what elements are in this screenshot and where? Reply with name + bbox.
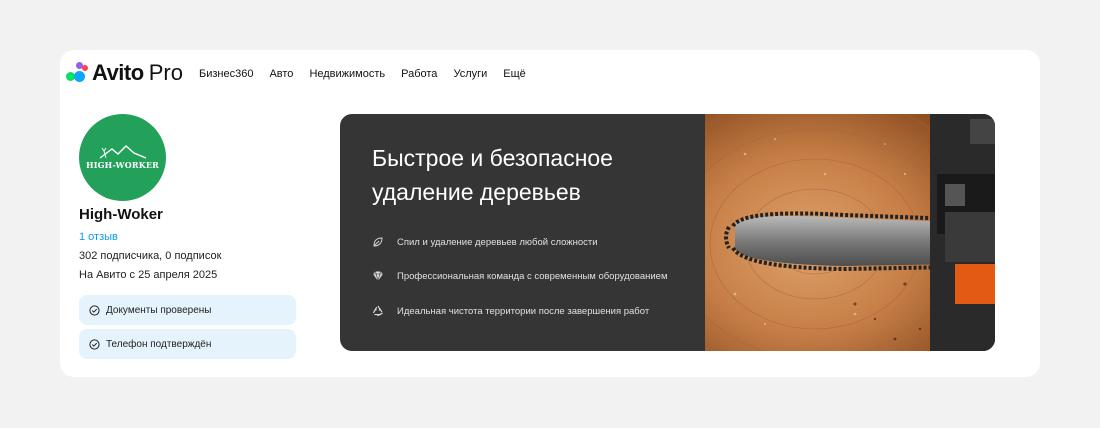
nav-item-nedvizhimost[interactable]: Недвижимость bbox=[309, 68, 385, 80]
profile-card: Avito Pro Бизнес360 Авто Недвижимость Ра… bbox=[60, 50, 1040, 377]
profile-name: High-Woker bbox=[79, 206, 163, 223]
nav-item-avto[interactable]: Авто bbox=[269, 68, 293, 80]
mountain-icon bbox=[99, 145, 146, 159]
feature-item: Идеальная чистота территории после завер… bbox=[372, 305, 649, 317]
check-circle-icon bbox=[89, 338, 100, 350]
badge-label: Телефон подтверждён bbox=[106, 338, 212, 350]
phone-verified-badge[interactable]: Телефон подтверждён bbox=[79, 329, 296, 359]
logo-text: Avito bbox=[92, 60, 144, 85]
feature-item: Профессиональная команда с современным о… bbox=[372, 270, 667, 282]
documents-verified-badge[interactable]: Документы проверены bbox=[79, 295, 296, 325]
recycle-icon bbox=[372, 305, 383, 317]
leaf-icon bbox=[373, 237, 383, 247]
feature-item: Спил и удаление деревьев любой сложности bbox=[372, 236, 598, 248]
avatar[interactable]: HIGH-WORKER bbox=[79, 114, 166, 201]
avatar-logo-text: HIGH-WORKER bbox=[85, 160, 160, 170]
feature-label: Профессиональная команда с современным о… bbox=[397, 270, 668, 282]
nav-item-uslugi[interactable]: Услуги bbox=[453, 68, 487, 80]
subscriptions-count: 302 подписчика, 0 подписок bbox=[79, 250, 222, 262]
feature-label: Спил и удаление деревьев любой сложности bbox=[397, 236, 598, 248]
promo-banner: Быстрое и безопасное удаление деревьев С… bbox=[340, 114, 995, 351]
avito-pro-logo[interactable]: Avito Pro bbox=[66, 58, 183, 88]
badge-label: Документы проверены bbox=[106, 304, 212, 316]
check-circle-icon bbox=[89, 304, 100, 316]
nav-item-biznes360[interactable]: Бизнес360 bbox=[199, 68, 253, 80]
nav-item-rabota[interactable]: Работа bbox=[401, 68, 437, 80]
logo-suffix: Pro bbox=[148, 60, 183, 85]
reviews-link[interactable]: 1 отзыв bbox=[79, 231, 118, 243]
nav-item-eshche[interactable]: Ещё bbox=[503, 68, 526, 80]
main-nav: Бизнес360 Авто Недвижимость Работа Услуг… bbox=[199, 68, 542, 80]
chainsaw-photo bbox=[705, 114, 995, 351]
feature-label: Идеальная чистота территории после завер… bbox=[397, 305, 650, 317]
member-since: На Авито с 25 апреля 2025 bbox=[79, 269, 218, 281]
banner-title: Быстрое и безопасное удаление деревьев bbox=[372, 145, 613, 205]
diamond-icon bbox=[373, 271, 383, 282]
avito-logo-icon bbox=[66, 62, 88, 84]
